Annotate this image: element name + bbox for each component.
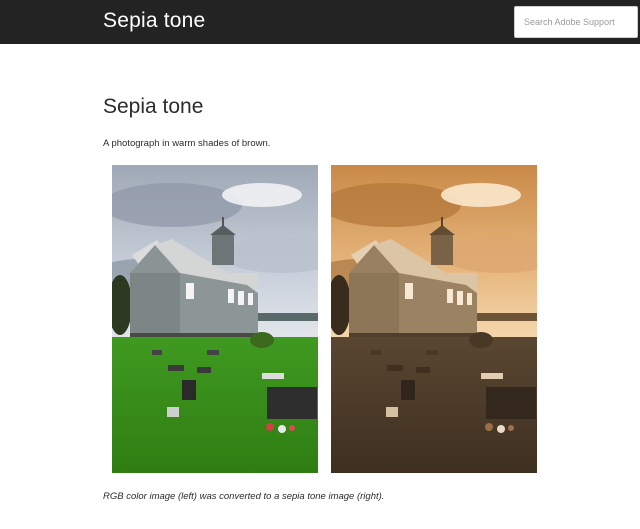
site-title: Sepia tone [103,9,206,32]
color-photo [112,165,318,473]
site-header: Sepia tone [0,0,640,44]
sepia-photo [331,165,537,473]
intro-text: A photograph in warm shades of brown. [103,138,271,149]
image-caption: RGB color image (left) was converted to … [103,491,385,502]
page-title: Sepia tone [103,95,204,118]
search-input[interactable] [514,6,638,38]
